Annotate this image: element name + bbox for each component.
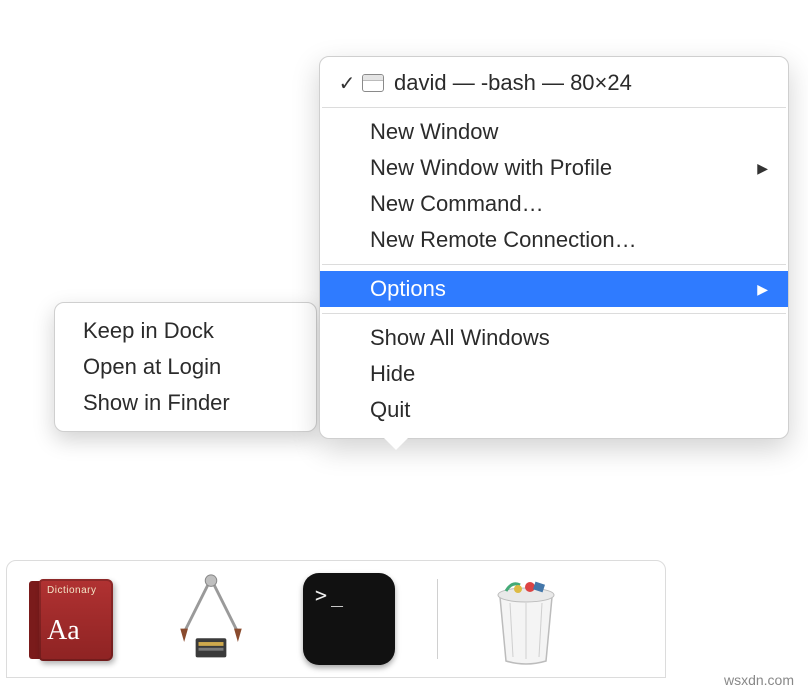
menu-separator [322,264,786,265]
menu-item-new-remote[interactable]: New Remote Connection… [320,222,788,258]
menu-header-window[interactable]: ✓ david — -bash — 80×24 [320,65,788,101]
compass-icon [163,571,259,667]
dictionary-label-big: Aa [47,615,80,647]
submenu-item-open-at-login[interactable]: Open at Login [55,349,316,385]
dock-app-terminal[interactable] [297,567,401,671]
menu-item-hide[interactable]: Hide [320,356,788,392]
menu-separator [322,313,786,314]
menu-item-options[interactable]: Options [320,271,788,307]
menu-item-new-window[interactable]: New Window [320,114,788,150]
trash-icon [483,571,569,667]
dictionary-label-small: Dictionary [47,585,96,596]
menu-item-new-command[interactable]: New Command… [320,186,788,222]
dock-context-menu: ✓ david — -bash — 80×24 New Window New W… [319,56,789,439]
window-icon [362,74,384,92]
menu-separator [322,107,786,108]
menu-item-new-window-profile[interactable]: New Window with Profile [320,150,788,186]
menu-item-quit[interactable]: Quit [320,392,788,428]
checkmark-icon: ✓ [336,71,358,96]
dock-trash[interactable] [474,567,578,671]
dock-app-utility[interactable] [159,567,263,671]
terminal-icon [303,573,395,665]
submenu-item-keep-in-dock[interactable]: Keep in Dock [55,313,316,349]
submenu-item-show-in-finder[interactable]: Show in Finder [55,385,316,421]
menu-item-show-all-windows[interactable]: Show All Windows [320,320,788,356]
options-submenu: Keep in Dock Open at Login Show in Finde… [54,302,317,432]
dock-divider [437,579,438,659]
dock-app-dictionary[interactable]: Dictionary Aa [21,567,125,671]
watermark: wsxdn.com [724,672,794,688]
dock: Dictionary Aa [6,560,666,678]
menu-header-title: david — -bash — 80×24 [394,70,632,96]
